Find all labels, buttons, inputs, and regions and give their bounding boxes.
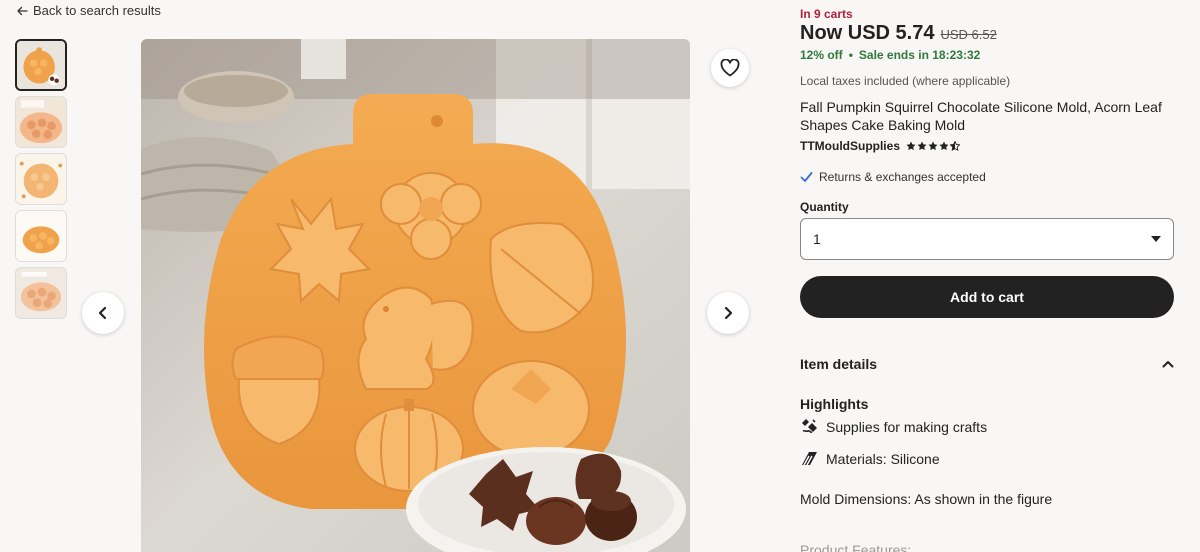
previous-image-button[interactable] <box>82 292 124 334</box>
highlight-material-label: Materials: Silicone <box>826 450 940 467</box>
thumbnail-image <box>16 211 66 261</box>
chevron-up-icon <box>1162 361 1174 368</box>
sale-info: 12% off • Sale ends in 18:23:32 <box>800 48 980 62</box>
thumbnail-image <box>16 268 66 318</box>
shop-row: TTMouldSupplies <box>800 139 960 153</box>
caret-down-icon <box>1151 236 1161 242</box>
item-details-toggle[interactable]: Item details <box>800 350 1174 378</box>
chevron-left-icon <box>98 306 107 320</box>
back-to-search-link[interactable]: Back to search results <box>16 3 161 18</box>
quantity-value: 1 <box>813 231 821 247</box>
product-image[interactable] <box>141 39 690 552</box>
thumbnail-1[interactable] <box>15 39 67 91</box>
highlight-crafts-label: Supplies for making crafts <box>826 418 988 435</box>
pumpkin-leaf-cavity <box>472 360 590 458</box>
thumbnail-image <box>16 97 66 147</box>
sale-separator: • <box>848 48 853 62</box>
quantity-select[interactable]: 1 <box>800 218 1174 260</box>
discount-label: 12% off <box>800 48 843 62</box>
rating-stars <box>906 141 960 151</box>
product-title: Fall Pumpkin Squirrel Chocolate Silicone… <box>800 99 1162 133</box>
thumbnail-3[interactable] <box>15 153 67 205</box>
shop-name-link[interactable]: TTMouldSupplies <box>800 139 900 153</box>
thumbnail-image <box>17 41 65 89</box>
highlight-crafts: Supplies for making crafts <box>800 417 987 436</box>
thumbnail-2[interactable] <box>15 96 67 148</box>
item-details-label: Item details <box>800 356 878 372</box>
checkmark-icon <box>800 172 813 182</box>
taxes-note: Local taxes included (where applicable) <box>800 74 1011 88</box>
star-icon <box>939 141 949 151</box>
price-row: Now USD 5.74 USD 6.52 <box>800 22 997 45</box>
heart-icon <box>720 59 740 77</box>
original-price: USD 6.52 <box>940 27 997 42</box>
arrow-left-icon <box>17 6 28 15</box>
thumbnail-image <box>16 154 66 204</box>
returns-label: Returns & exchanges accepted <box>819 170 986 184</box>
star-icon <box>917 141 927 151</box>
product-features-label: Product Features: <box>800 542 912 552</box>
back-link-label: Back to search results <box>33 3 161 18</box>
chevron-right-icon <box>724 306 733 320</box>
crafts-icon <box>802 419 817 433</box>
sale-timer: Sale ends in 18:23:32 <box>858 48 981 62</box>
thumbnail-4[interactable] <box>15 210 67 262</box>
star-icon <box>928 141 938 151</box>
half-star-icon <box>950 141 960 151</box>
favorite-button[interactable] <box>711 49 749 87</box>
highlights-heading: Highlights <box>800 396 869 412</box>
next-image-button[interactable] <box>707 292 749 334</box>
thumbnail-5[interactable] <box>15 267 67 319</box>
thumbnail-strip <box>15 39 68 324</box>
material-icon <box>802 452 817 466</box>
quantity-label: Quantity <box>800 200 849 214</box>
star-icon <box>906 141 916 151</box>
returns-info: Returns & exchanges accepted <box>800 170 986 184</box>
product-photo <box>141 39 690 552</box>
highlight-material: Materials: Silicone <box>800 449 940 468</box>
in-carts-badge: In 9 carts <box>800 7 853 21</box>
current-price: Now USD 5.74 <box>800 22 935 44</box>
add-to-cart-button[interactable]: Add to cart <box>800 276 1174 318</box>
mold-dimensions: Mold Dimensions: As shown in the figure <box>800 491 1053 507</box>
